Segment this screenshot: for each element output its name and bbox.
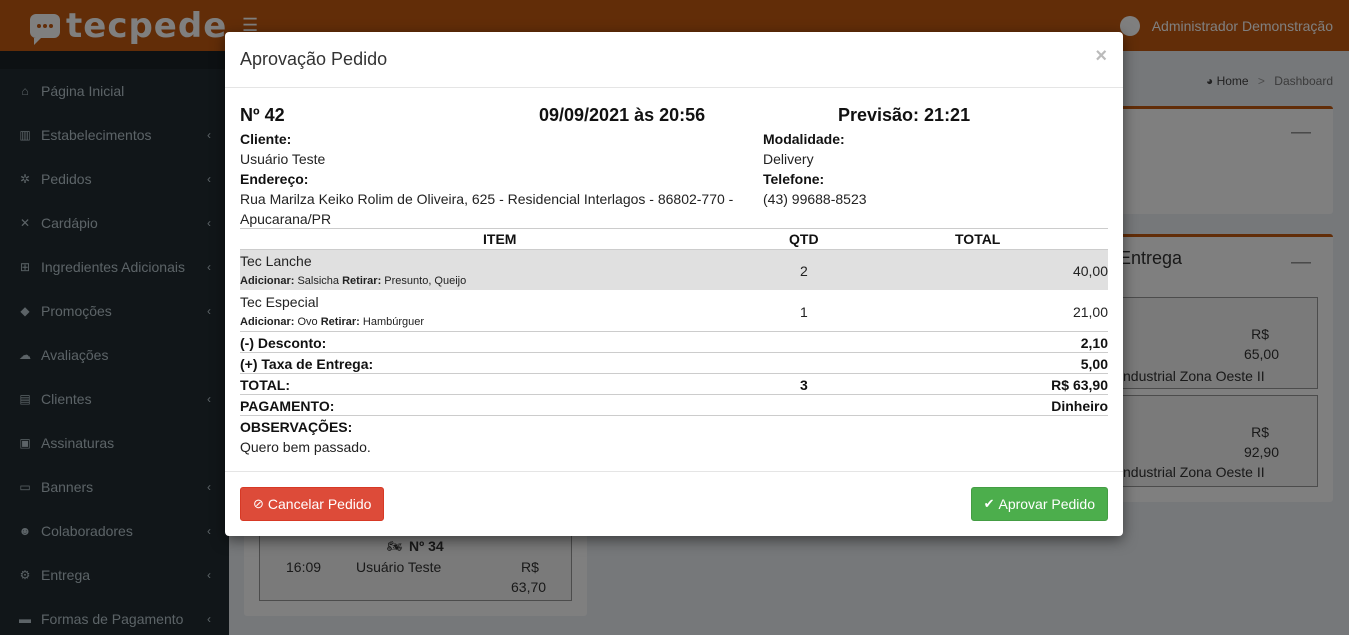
order-datetime: 09/09/2021 às 20:56 xyxy=(539,105,706,125)
item-details: Adicionar: Salsicha Retirar: Presunto, Q… xyxy=(240,275,467,287)
address-value: Rua Marilza Keiko Rolim de Oliveira, 625… xyxy=(240,191,734,207)
modal-header: Aprovação Pedido × xyxy=(225,32,1123,88)
divider xyxy=(240,373,1108,374)
phone-value: (43) 99688-8523 xyxy=(763,191,867,207)
order-forecast: Previsão: 21:21 xyxy=(838,105,971,125)
delivery-fee-value: 5,00 xyxy=(1080,356,1108,372)
item-details: Adicionar: Ovo Retirar: Hambúrguer xyxy=(240,316,425,328)
approve-order-label: Aprovar Pedido xyxy=(998,496,1095,512)
notes-value: Quero bem passado. xyxy=(240,439,371,455)
close-icon[interactable]: × xyxy=(1095,45,1107,68)
order-approval-modal: Aprovação Pedido × Nº 42 09/09/2021 às 2… xyxy=(225,32,1123,536)
total-qty: 3 xyxy=(800,377,808,393)
divider xyxy=(240,415,1108,416)
item-name: Tec Especial xyxy=(240,294,319,310)
discount-value: 2,10 xyxy=(1080,335,1108,351)
notes-label: OBSERVAÇÕES: xyxy=(240,419,353,435)
modal-title: Aprovação Pedido xyxy=(240,49,388,69)
divider xyxy=(240,331,1108,332)
payment-label: PAGAMENTO: xyxy=(240,398,335,414)
header-total: TOTAL xyxy=(955,231,1001,247)
modal-body: Nº 42 09/09/2021 às 20:56 Previsão: 21:2… xyxy=(240,88,1108,471)
address-label: Endereço: xyxy=(240,171,309,187)
check-icon: ✔ xyxy=(983,496,995,511)
item-qty: 1 xyxy=(800,304,808,320)
cancel-order-button[interactable]: ⊘ Cancelar Pedido xyxy=(240,487,385,521)
discount-label: (-) Desconto: xyxy=(240,335,327,351)
item-name: Tec Lanche xyxy=(240,253,312,269)
item-total: 40,00 xyxy=(1072,263,1108,279)
divider xyxy=(240,228,1108,229)
divider xyxy=(240,394,1108,395)
delivery-fee-label: (+) Taxa de Entrega: xyxy=(240,356,374,372)
modal-footer: ⊘ Cancelar Pedido ✔ Aprovar Pedido xyxy=(225,471,1123,536)
order-number: Nº 42 xyxy=(240,105,285,125)
cancel-order-label: Cancelar Pedido xyxy=(267,496,372,512)
cancel-icon: ⊘ xyxy=(253,496,264,511)
mode-label: Modalidade: xyxy=(763,131,845,147)
payment-value: Dinheiro xyxy=(1051,398,1108,414)
total-value: R$ 63,90 xyxy=(1051,377,1108,393)
item-total: 21,00 xyxy=(1072,304,1108,320)
phone-label: Telefone: xyxy=(763,171,825,187)
divider xyxy=(240,352,1108,353)
client-label: Cliente: xyxy=(240,131,292,147)
total-label: TOTAL: xyxy=(240,377,291,393)
approve-order-button[interactable]: ✔ Aprovar Pedido xyxy=(970,487,1108,521)
address-value-city: Apucarana/PR xyxy=(240,211,332,227)
header-qty: QTD xyxy=(789,231,819,247)
mode-value: Delivery xyxy=(763,151,814,167)
header-item: ITEM xyxy=(483,231,517,247)
item-qty: 2 xyxy=(800,263,808,279)
client-value: Usuário Teste xyxy=(240,151,326,167)
